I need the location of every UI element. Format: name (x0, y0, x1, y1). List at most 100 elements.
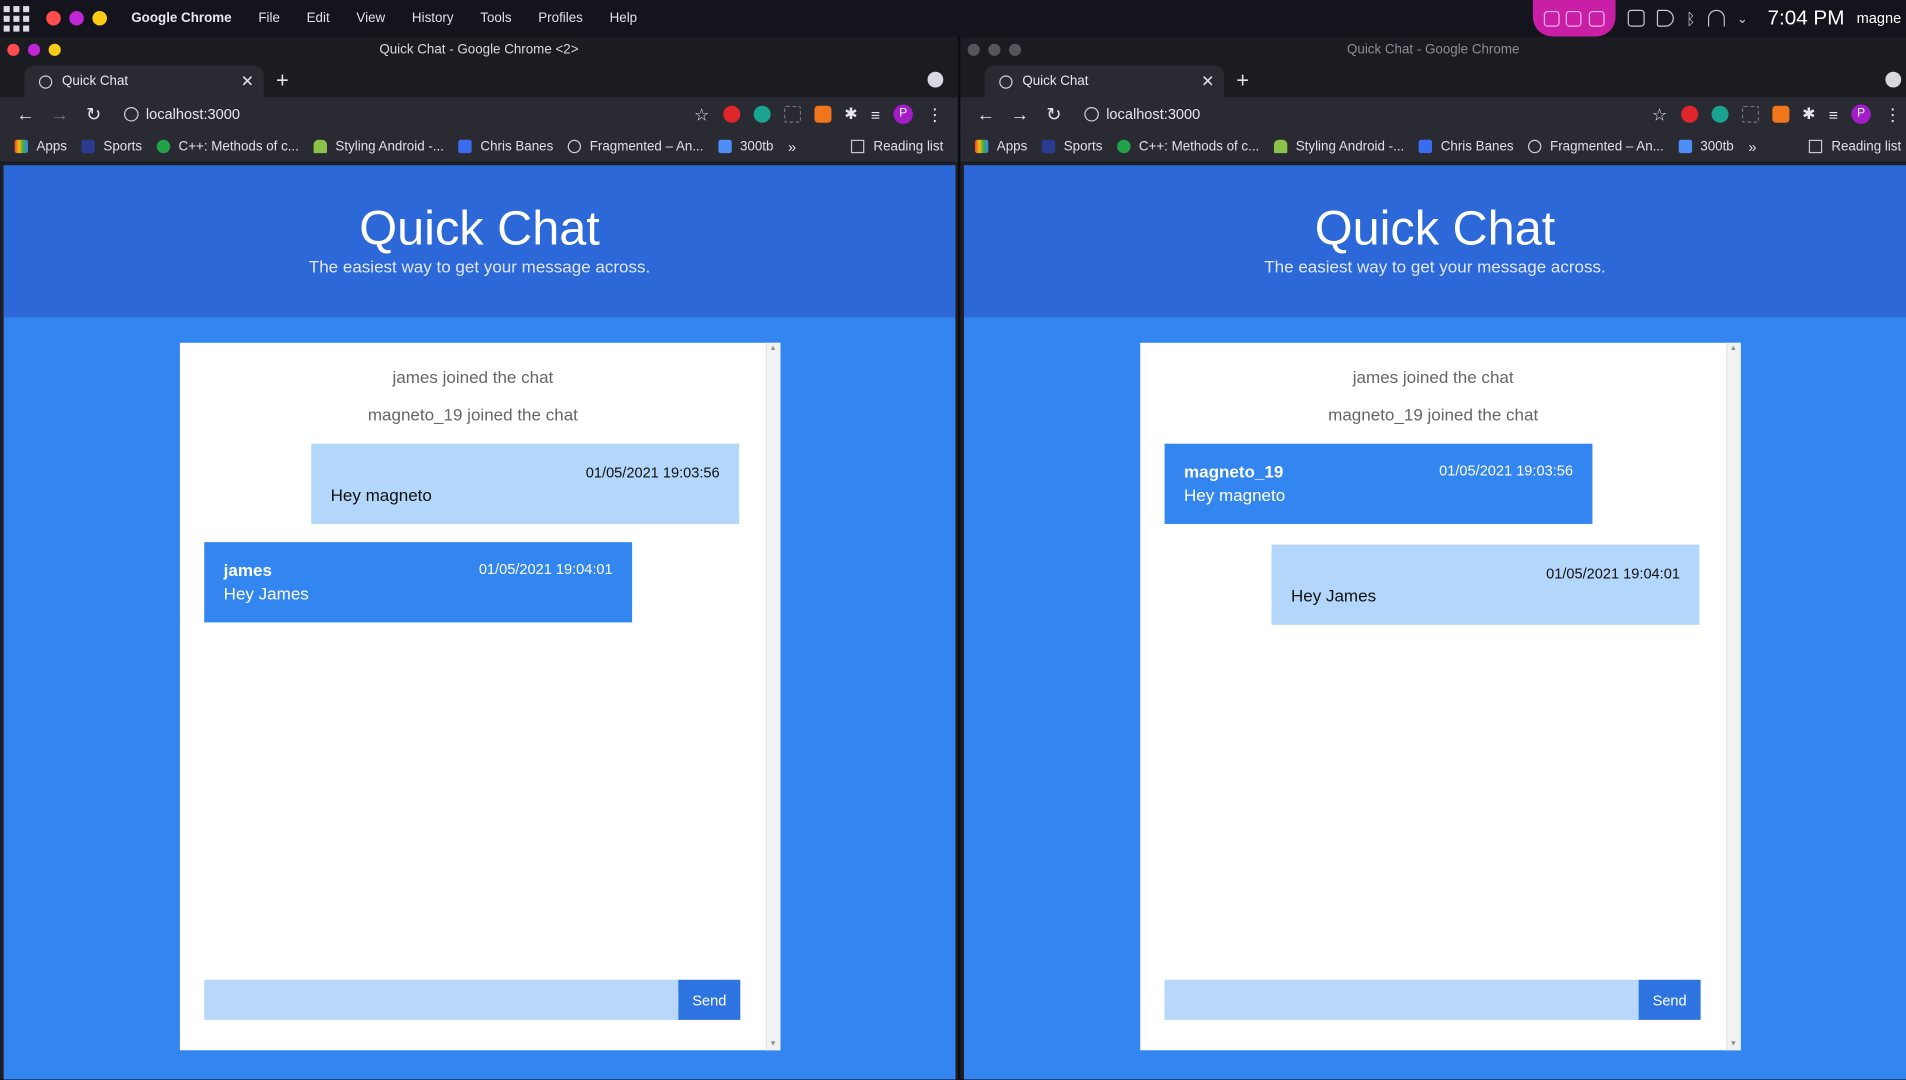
reload-button[interactable]: ↻ (78, 103, 110, 126)
message-bubble-own: 01/05/2021 19:03:56 Hey magneto (311, 443, 740, 524)
close-tab-icon[interactable]: ✕ (241, 72, 254, 91)
extension-screenshot-icon[interactable] (783, 105, 801, 123)
bookmark-star-icon[interactable]: ☆ (1652, 104, 1667, 125)
extension-teal-icon[interactable] (753, 105, 771, 123)
system-tray: ᛒ ⌄ 7:04 PM magne (1532, 0, 1906, 37)
send-button[interactable]: Send (1638, 979, 1701, 1020)
volume-icon[interactable] (1656, 9, 1674, 27)
bookmark-styling-android[interactable]: Styling Android -... (313, 139, 444, 154)
menu-help[interactable]: Help (610, 11, 638, 26)
forward-button[interactable]: → (1004, 104, 1036, 125)
profile-avatar[interactable]: P (1851, 104, 1871, 124)
user-name[interactable]: magne (1857, 10, 1902, 27)
extension-screenshot-icon[interactable] (1741, 105, 1759, 123)
chat-scrollbar[interactable]: ▲ ▼ (1726, 342, 1741, 1051)
tab-quick-chat[interactable]: Quick Chat ✕ (984, 65, 1225, 98)
menu-profiles[interactable]: Profiles (538, 11, 583, 26)
extension-adblock-icon[interactable] (722, 105, 740, 123)
tab-quick-chat[interactable]: Quick Chat ✕ (24, 65, 264, 98)
recording-indicator[interactable] (1532, 0, 1616, 37)
maximize-window-icon[interactable] (92, 10, 107, 26)
clock[interactable]: 7:04 PM (1767, 6, 1844, 30)
forward-button[interactable]: → (44, 104, 76, 125)
bluetooth-icon[interactable]: ᛒ (1686, 9, 1695, 27)
extension-metamask-icon[interactable] (1771, 105, 1789, 123)
menu-view[interactable]: View (356, 11, 385, 26)
extension-metamask-icon[interactable] (813, 105, 831, 123)
minimize-window-icon[interactable] (69, 10, 84, 26)
apps-grid-icon (974, 139, 989, 154)
bookmark-apps[interactable]: Apps (14, 139, 67, 154)
more-bookmarks-button[interactable]: » (788, 138, 796, 155)
chat-window[interactable]: ▲ ▼ james joined the chat magneto_19 joi… (179, 342, 781, 1051)
bookmark-fragmented[interactable]: Fragmented – An... (1528, 139, 1664, 154)
chat-scrollbar[interactable]: ▲ ▼ (765, 342, 781, 1051)
new-tab-button[interactable]: + (1236, 68, 1249, 94)
bookmark-sports[interactable]: Sports (1041, 139, 1102, 154)
extension-adblock-icon[interactable] (1680, 105, 1698, 123)
close-tab-icon[interactable]: ✕ (1201, 72, 1214, 91)
bookmark-star-icon[interactable]: ☆ (694, 104, 709, 125)
extension-teal-icon[interactable] (1710, 105, 1728, 123)
site-info-icon[interactable] (1084, 106, 1099, 122)
bookmark-fragmented[interactable]: Fragmented – An... (567, 139, 703, 154)
reading-list-button[interactable]: Reading list (850, 139, 943, 154)
extensions-puzzle-icon[interactable]: ✱ (844, 105, 857, 124)
tab-title: Quick Chat (1022, 74, 1089, 89)
media-queue-icon[interactable]: ≡ (1829, 105, 1838, 123)
window-titlebar[interactable]: Quick Chat - Google Chrome <2> (0, 36, 958, 64)
more-bookmarks-button[interactable]: » (1748, 138, 1756, 155)
wifi-icon[interactable] (1707, 9, 1725, 27)
chat-window[interactable]: ▲ ▼ james joined the chat magneto_19 joi… (1140, 342, 1741, 1051)
300tb-favicon-icon (718, 139, 732, 154)
more-menu-icon[interactable]: ⋮ (926, 104, 943, 125)
page-header: Quick Chat The easiest way to get your m… (3, 165, 956, 318)
menu-edit[interactable]: Edit (307, 11, 330, 26)
bookmark-300tb[interactable]: 300tb (718, 139, 773, 154)
message-input[interactable] (204, 979, 679, 1020)
scroll-up-icon[interactable]: ▲ (769, 345, 776, 352)
reading-list-icon (850, 139, 864, 154)
bookmark-cpp-methods[interactable]: C++: Methods of c... (156, 139, 299, 154)
close-window-icon[interactable] (46, 10, 61, 26)
address-bar[interactable]: localhost:3000 (1106, 106, 1200, 123)
chevron-down-icon[interactable]: ⌄ (1737, 10, 1748, 27)
site-info-icon[interactable] (123, 106, 139, 122)
bookmark-300tb[interactable]: 300tb (1678, 139, 1734, 154)
menu-file[interactable]: File (258, 11, 280, 26)
new-tab-button[interactable]: + (276, 68, 289, 94)
bookmark-chris-banes[interactable]: Chris Banes (458, 139, 553, 154)
screen-record-icon (1543, 10, 1560, 27)
scroll-down-icon[interactable]: ▼ (769, 1041, 776, 1048)
scroll-down-icon[interactable]: ▼ (1730, 1041, 1737, 1048)
profile-avatar[interactable]: P (893, 104, 913, 124)
media-queue-icon[interactable]: ≡ (871, 105, 880, 123)
bookmark-chris-banes[interactable]: Chris Banes (1418, 139, 1514, 154)
menu-history[interactable]: History (412, 11, 454, 26)
bookmark-apps[interactable]: Apps (974, 139, 1027, 154)
tab-search-icon[interactable] (927, 71, 944, 88)
scroll-up-icon[interactable]: ▲ (1730, 345, 1737, 352)
bookmark-cpp-methods[interactable]: C++: Methods of c... (1116, 139, 1259, 154)
bookmark-styling-android[interactable]: Styling Android -... (1273, 139, 1404, 154)
app-launcher-icon[interactable] (3, 5, 36, 32)
reload-button[interactable]: ↻ (1038, 103, 1070, 126)
message-input[interactable] (1164, 979, 1639, 1020)
back-button[interactable]: ← (10, 104, 42, 125)
address-bar[interactable]: localhost:3000 (146, 106, 240, 123)
clipboard-icon[interactable] (1627, 9, 1645, 27)
pause-icon (1588, 10, 1605, 27)
tab-strip: Quick Chat ✕ + (960, 63, 1906, 98)
reading-list-button[interactable]: Reading list (1808, 139, 1901, 154)
window-titlebar[interactable]: Quick Chat - Google Chrome (960, 36, 1906, 64)
back-button[interactable]: ← (970, 104, 1002, 125)
bookmark-sports[interactable]: Sports (81, 139, 142, 154)
system-message: magneto_19 joined the chat (367, 404, 578, 425)
chris-banes-favicon-icon (1418, 139, 1433, 154)
more-menu-icon[interactable]: ⋮ (1884, 104, 1901, 125)
menu-tools[interactable]: Tools (480, 11, 511, 26)
tab-search-icon[interactable] (1885, 71, 1902, 88)
extensions-puzzle-icon[interactable]: ✱ (1802, 105, 1815, 124)
globe-icon (567, 139, 582, 154)
send-button[interactable]: Send (678, 979, 741, 1020)
